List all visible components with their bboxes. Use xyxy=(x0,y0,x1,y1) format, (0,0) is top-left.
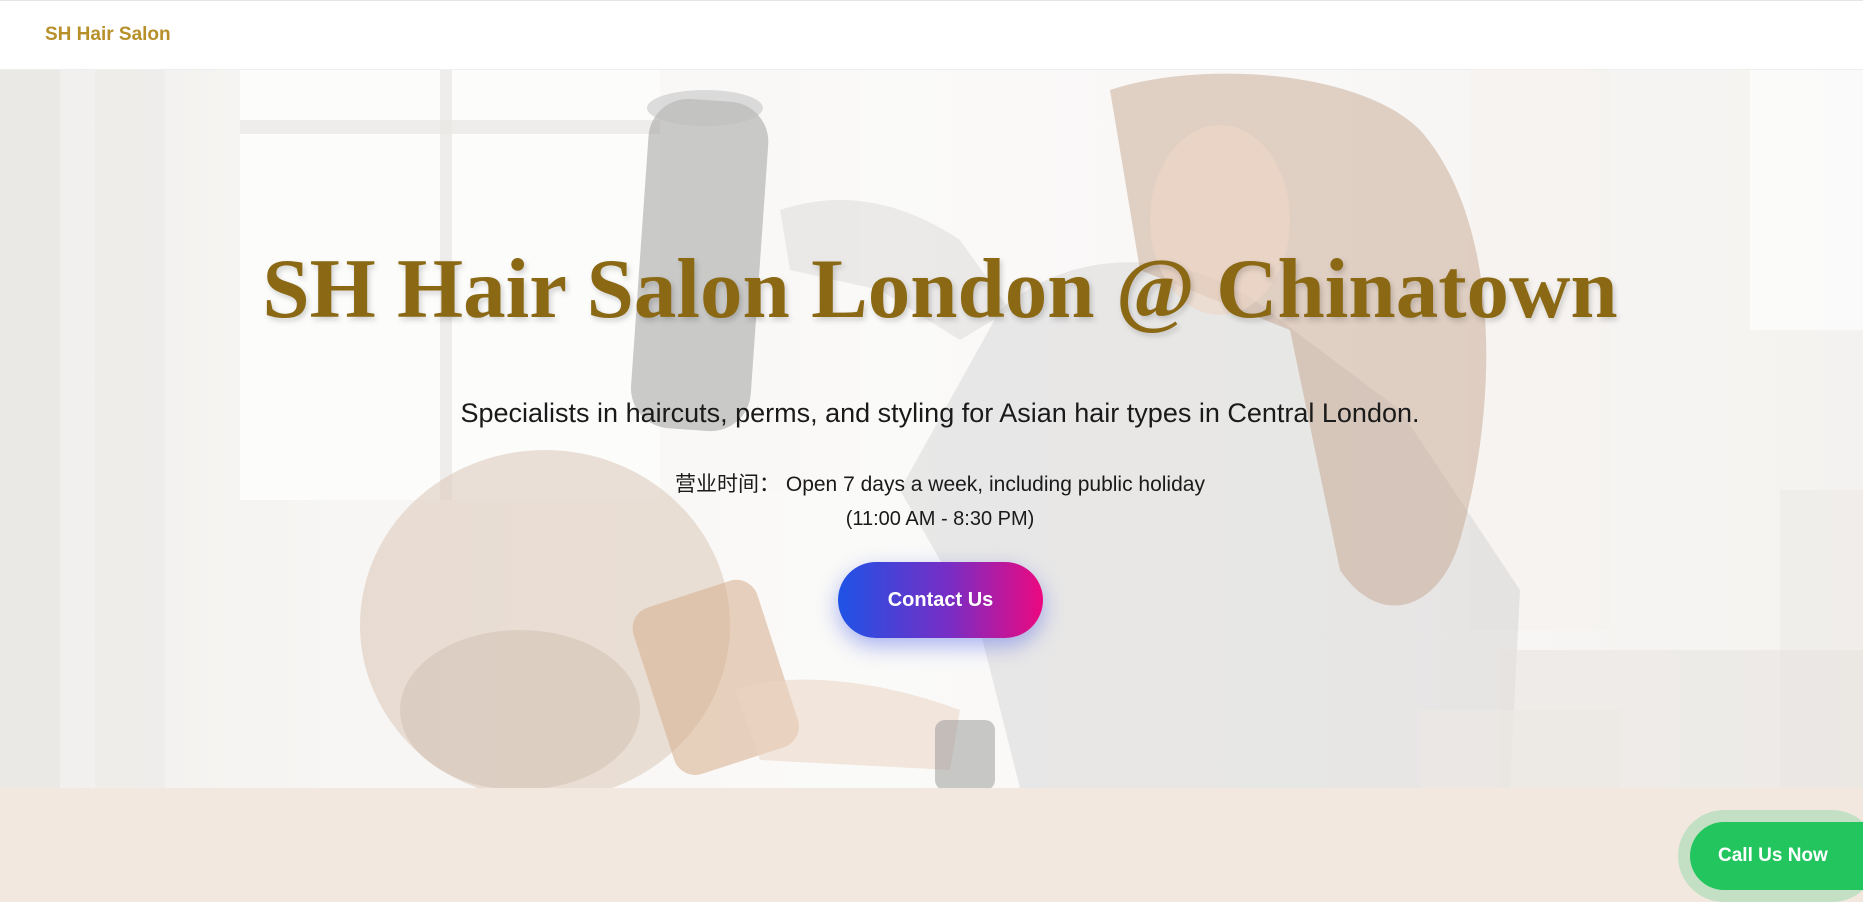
hero-background-photo xyxy=(0,70,1863,788)
contact-us-button[interactable]: Contact Us xyxy=(838,562,1043,638)
call-us-now-button[interactable]: Call Us Now xyxy=(1690,822,1863,890)
hero-subtitle: Specialists in haircuts, perms, and styl… xyxy=(460,398,1420,428)
hero-section: SH Hair Salon London @ Chinatown Special… xyxy=(0,70,1863,788)
next-section xyxy=(0,788,1863,900)
top-navbar: SH Hair Salon xyxy=(0,0,1863,70)
opening-hours-line: 营业时间： Open 7 days a week, including publ… xyxy=(0,468,1863,498)
opening-hours-text: Open 7 days a week, including public hol… xyxy=(785,473,1205,496)
hero-title: SH Hair Salon London @ Chinatown xyxy=(262,242,1618,336)
opening-hours-range: (11:00 AM - 8:30 PM) xyxy=(845,508,1035,530)
opening-hours-label: 营业时间： xyxy=(675,473,781,496)
brand-logo-link[interactable]: SH Hair Salon xyxy=(45,24,171,46)
